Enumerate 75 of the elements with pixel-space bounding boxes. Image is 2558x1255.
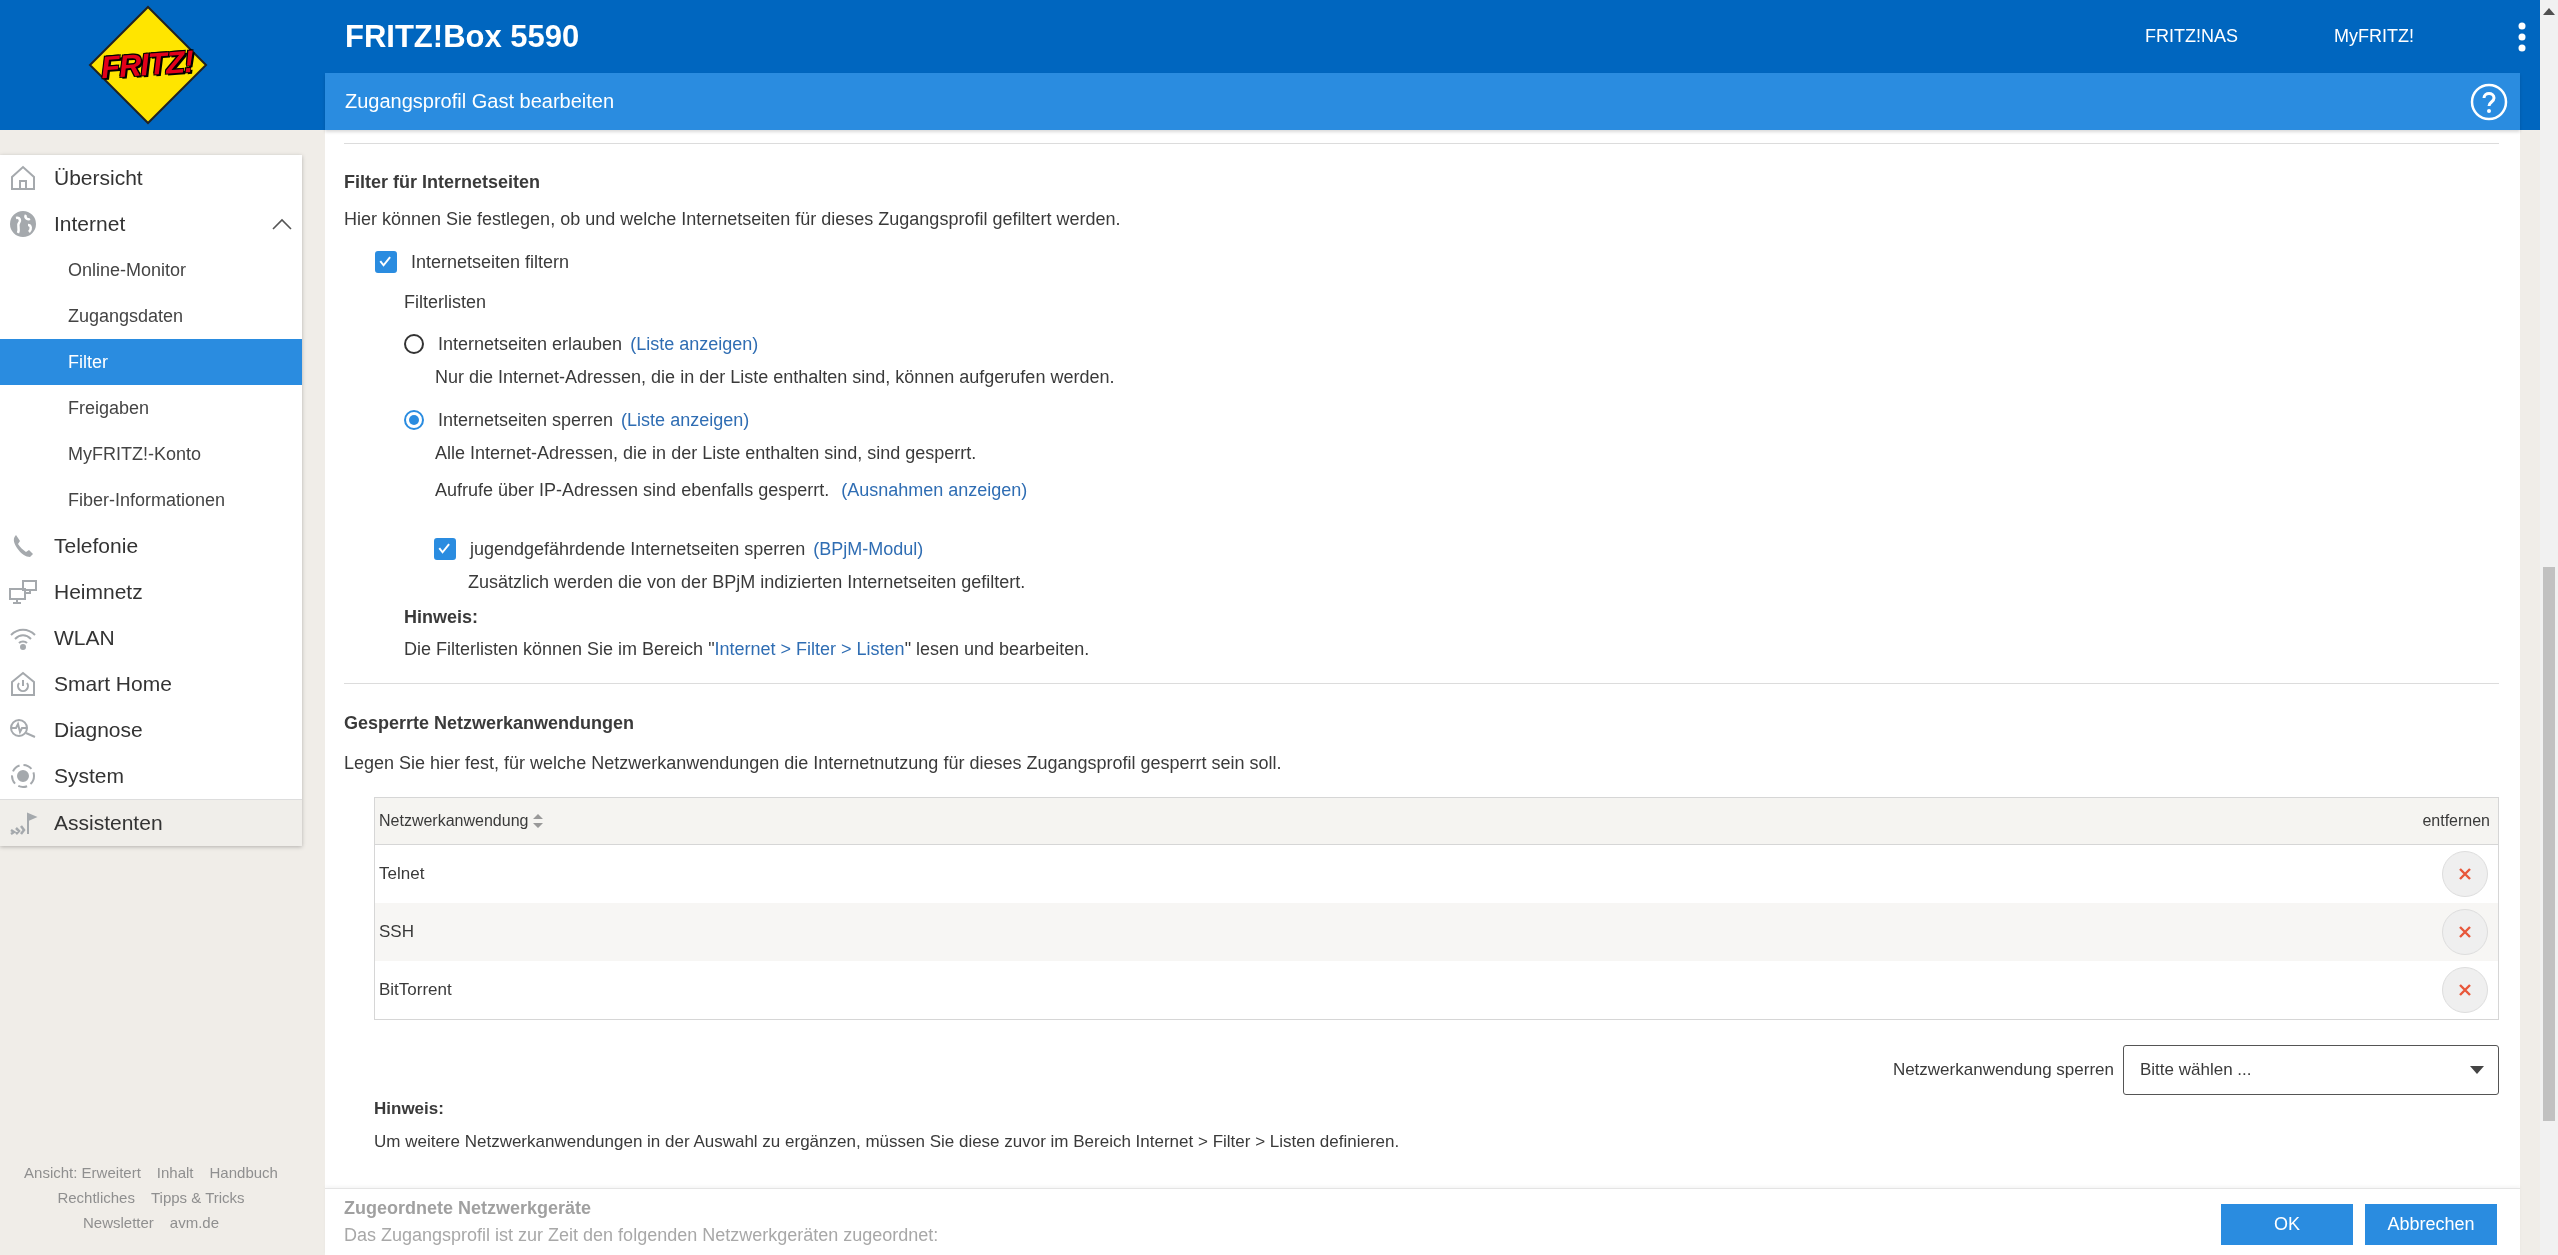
nav-item[interactable]: Telefonie [0, 523, 302, 569]
nav-item[interactable]: System [0, 753, 302, 799]
table-cell-text: SSH [379, 921, 415, 943]
nav-item[interactable]: Heimnetz [0, 569, 302, 615]
device-title: FRITZ!Box 5590 [344, 18, 581, 55]
scrollbar[interactable] [2540, 0, 2558, 1255]
list-link[interactable]: (Liste anzeigen) [621, 408, 750, 432]
radio-label: Internetseiten sperren [438, 409, 614, 432]
section-description: Hier können Sie festlegen, ob und welche Internetseiten für dieses Zugangsprofil gefiltert werden. [344, 208, 1122, 231]
nav-item[interactable]: WLAN [0, 615, 302, 661]
option-description: Nur die Internet-Adressen, die in der Liste enthalten sind, können aufgerufen werden. [435, 366, 1115, 389]
section-description: Das Zugangsprofil ist zur Zeit den folgenden Netzwerkgeräten zugeordnet: [344, 1224, 940, 1247]
nav-subitem[interactable]: Filter [0, 339, 302, 385]
radio-label: Internetseiten erlauben [438, 333, 623, 356]
checkbox[interactable] [375, 251, 397, 273]
nav-subitem[interactable]: Online-Monitor [0, 247, 302, 293]
dialog-button[interactable]: Abbrechen [2365, 1204, 2497, 1245]
filter-lists-link[interactable]: Internet > Filter > Listen [714, 639, 905, 659]
remove-button[interactable] [2442, 909, 2488, 955]
radio-button[interactable] [404, 334, 424, 354]
list-link[interactable]: (Liste anzeigen) [630, 332, 759, 356]
note-heading: Hinweis: [374, 1098, 445, 1120]
sort-icon[interactable] [532, 813, 545, 829]
help-icon[interactable] [2470, 82, 2508, 121]
nav-subitem[interactable]: Freigaben [0, 385, 302, 431]
house-icon [8, 163, 38, 193]
option-description: Aufrufe über IP-Adressen sind ebenfalls gesperrt. [435, 479, 830, 502]
radio-button[interactable] [404, 410, 424, 430]
globe-icon [8, 209, 38, 239]
nav-item[interactable]: Diagnose [0, 707, 302, 753]
nav-item[interactable]: Assistenten [0, 799, 302, 846]
caret-icon [2470, 1066, 2484, 1074]
close-icon [2458, 925, 2472, 939]
option-description: Alle Internet-Adressen, die in der Liste enthalten sind, sind gesperrt. [435, 442, 977, 465]
section-heading: Gesperrte Netzwerkanwendungen [344, 712, 636, 735]
checkbox[interactable] [434, 538, 456, 560]
column-header: entfernen [2422, 811, 2490, 831]
section-description: Legen Sie hier fest, für welche Netzwerkanwendungen die Internetnutzung für dieses Zugangsprofil gesperrt sein soll. [344, 752, 1283, 775]
nav-item[interactable]: Übersicht [0, 155, 302, 201]
filterlists-label: Filterlisten [404, 291, 488, 314]
nav-item[interactable]: Internet [0, 201, 302, 247]
section-heading: Filter für Internetseiten [344, 171, 542, 194]
gear-icon [8, 761, 38, 791]
column-header[interactable]: Netzwerkanwendung [379, 809, 529, 833]
checkbox-label: jugendgefährdende Internetseiten sperren [470, 538, 806, 561]
nav-subitem[interactable]: MyFRITZ!-Konto [0, 431, 302, 477]
scroll-up-icon[interactable] [2543, 8, 2555, 15]
remove-button[interactable] [2442, 967, 2488, 1013]
header-link[interactable]: MyFRITZ! [2334, 26, 2414, 47]
table-cell-text: BitTorrent [379, 979, 453, 1001]
smart-home-icon [8, 669, 38, 699]
note-heading: Hinweis: [404, 606, 479, 629]
chevron-up-icon [272, 218, 292, 230]
bpjm-link[interactable]: (BPjM-Modul) [813, 537, 924, 561]
table-cell-text: Telnet [379, 863, 426, 885]
nav-subitem[interactable]: Zugangsdaten [0, 293, 302, 339]
close-icon [2458, 867, 2472, 881]
note-text: Die Filterlisten können Sie im Bereich "Internet > Filter > Listen" lesen und bearbeiten. [404, 638, 1091, 661]
section-heading: Zugeordnete Netzwerkgeräte [344, 1197, 593, 1220]
scrollbar-thumb[interactable] [2543, 567, 2555, 1121]
note-text: Um weitere Netzwerkanwendungen in der Auswahl zu ergänzen, müssen Sie diese zuvor im Bereich Internet > Filter > Listen definieren. [374, 1131, 1401, 1153]
application-select[interactable]: Bitte wählen ... [2123, 1045, 2499, 1095]
select-label: Netzwerkanwendung sperren [1892, 1059, 2114, 1081]
checkbox-label: Internetseiten filtern [411, 251, 570, 274]
option-description: Zusätzlich werden die von der BPjM indizierten Internetseiten gefiltert. [468, 571, 1027, 594]
page-title: Zugangsprofil Gast bearbeiten [345, 90, 616, 113]
exceptions-link[interactable]: (Ausnahmen anzeigen) [841, 478, 1028, 502]
nav-subitem[interactable]: Fiber-Informationen [0, 477, 302, 523]
dialog-button[interactable]: OK [2221, 1204, 2353, 1245]
computers-icon [8, 577, 38, 607]
close-icon [2458, 983, 2472, 997]
remove-button[interactable] [2442, 851, 2488, 897]
more-icon[interactable] [2518, 21, 2526, 52]
header-link[interactable]: FRITZ!NAS [2145, 26, 2238, 47]
nav-item[interactable]: Smart Home [0, 661, 302, 707]
